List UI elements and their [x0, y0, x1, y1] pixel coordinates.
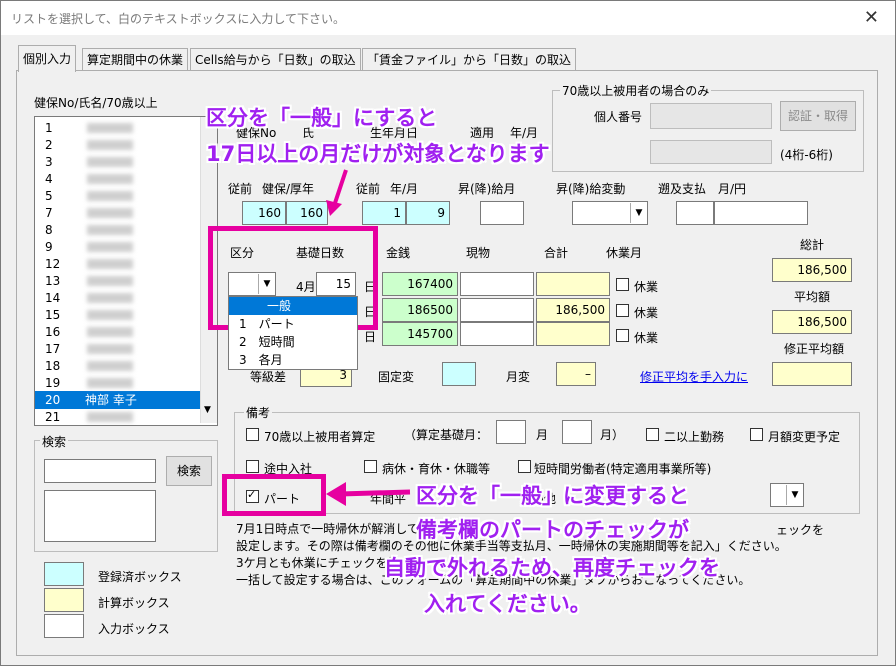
annotation-2-line-3: 自動で外れるため、再度チェックを	[384, 556, 720, 580]
annotation-1-line-1: 区分を「一般」にすると	[206, 106, 438, 130]
tab-individual[interactable]: 個別入力	[18, 45, 77, 72]
kubun-dropdown[interactable]: 一般 1 パート 2 短時間 3 各月	[228, 296, 358, 370]
kubun-option-general[interactable]: 一般	[229, 297, 357, 315]
annotation-2-line-2: 備考欄のパートのチェックが	[416, 518, 689, 542]
kubun-option-short[interactable]: 2 短時間	[229, 333, 357, 351]
kubun-option-part[interactable]: 1 パート	[229, 315, 357, 333]
annotation-2-line-1: 区分を「一般」に変更すると	[416, 484, 689, 508]
kubun-option-monthly[interactable]: 3 各月	[229, 351, 357, 369]
annotation-2-line-4: 入れてください。	[424, 592, 591, 616]
annotation-1-line-2: 17日以上の月だけが対象となります	[206, 142, 550, 166]
